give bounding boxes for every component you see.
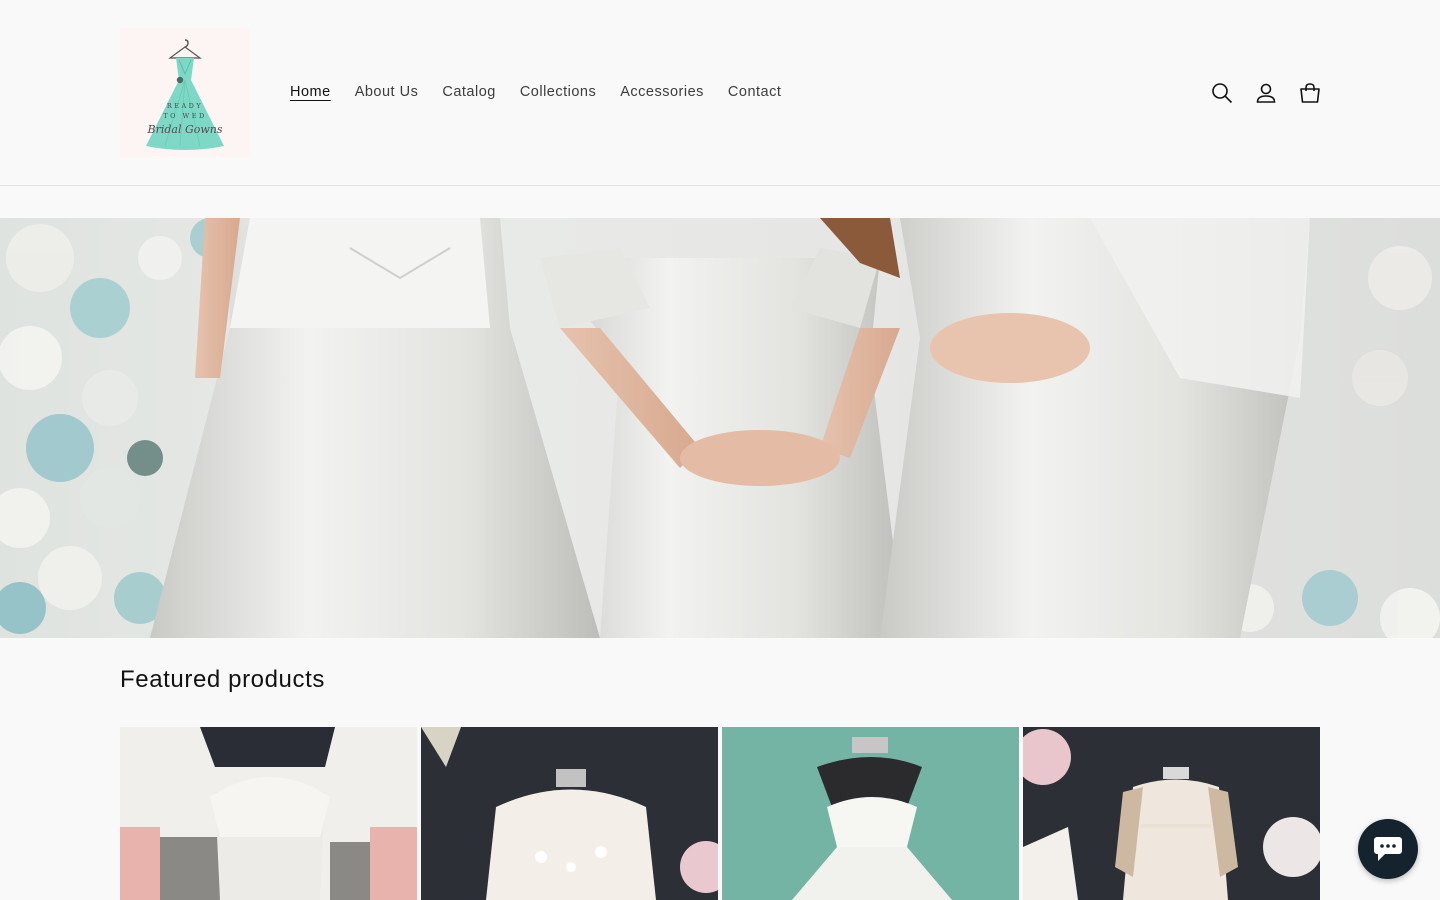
svg-text:TO WED: TO WED [163,112,206,120]
dress-logo-icon: READY TO WED Bridal Gowns [120,28,250,158]
header-icons [1200,71,1332,115]
nav-link-catalog[interactable]: Catalog [430,78,507,106]
product-card-3[interactable] [722,727,1019,900]
store-logo[interactable]: READY TO WED Bridal Gowns [120,28,250,158]
product-image-3 [722,727,1019,900]
main-nav: Home About Us Catalog Collections Accessorie… [278,76,793,108]
product-card-1[interactable] [120,727,417,900]
product-card-4[interactable] [1023,727,1320,900]
chat-icon [1374,837,1402,861]
cart-button[interactable] [1288,71,1332,115]
product-image-1 [120,727,417,900]
account-button[interactable] [1244,71,1288,115]
account-icon [1256,83,1276,103]
cart-icon [1300,83,1320,103]
hero-image [0,218,1440,638]
svg-text:READY: READY [167,102,203,110]
chat-button[interactable] [1358,819,1418,879]
product-image-4 [1023,727,1320,900]
hero-banner [0,218,1440,638]
nav-link-about-us[interactable]: About Us [343,78,431,106]
svg-text:Bridal Gowns: Bridal Gowns [146,123,222,136]
site-header: READY TO WED Bridal Gowns Home About Us Ca… [0,0,1440,186]
nav-link-collections[interactable]: Collections [508,78,608,106]
nav-link-contact[interactable]: Contact [716,78,793,106]
nav-link-accessories[interactable]: Accessories [608,78,716,106]
featured-products-title: Featured products [120,666,325,693]
search-button[interactable] [1200,71,1244,115]
nav-link-home[interactable]: Home [278,78,343,106]
search-icon [1212,83,1233,104]
product-grid [120,727,1320,900]
product-card-2[interactable] [421,727,718,900]
product-image-2 [421,727,718,900]
